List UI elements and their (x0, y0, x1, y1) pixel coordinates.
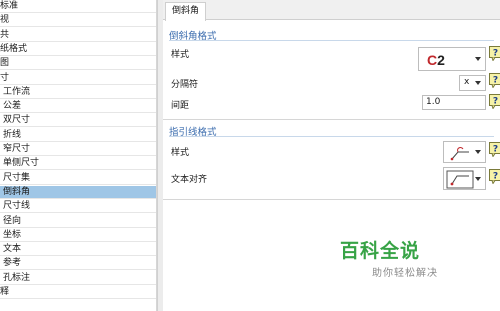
tree-item-label: 倒斜角 (3, 187, 31, 197)
tree-item-label: 单侧尺寸 (3, 158, 40, 168)
separator-value: x (464, 77, 470, 87)
svg-text:?: ? (493, 145, 498, 155)
tree-item[interactable]: 单侧尺寸 (0, 157, 156, 170)
text-align-icon (446, 170, 474, 189)
chamfer-style-dropdown[interactable]: C2 (418, 47, 486, 71)
tab-chamfer[interactable]: 倒斜角 (165, 2, 207, 21)
tree-item-label: 共 (0, 30, 10, 40)
tree-item-label: 纸格式 (0, 44, 28, 54)
tree-item-label: 径向 (3, 216, 22, 226)
help-icon[interactable]: ? (489, 73, 500, 88)
tree-item-label: 孔标注 (3, 273, 31, 283)
spacing-input[interactable]: 1.0 (422, 95, 486, 110)
chevron-down-icon (475, 81, 481, 85)
tree-item-label: 尺寸线 (3, 201, 31, 211)
watermark-subtitle: 助你轻松解决 (372, 268, 438, 279)
settings-panel: 倒斜角 倒斜角格式 样式 C2 分隔符 x 间距 1.0 指引线格式 样式 文本… (163, 0, 500, 311)
tree-item-label: 尺寸集 (3, 173, 31, 183)
spacing-label: 间距 (171, 101, 190, 111)
separator-dropdown[interactable]: x (459, 75, 486, 91)
svg-text:?: ? (493, 49, 498, 59)
tree-item-label: 折线 (3, 130, 22, 140)
tree-item-label: 视 (0, 15, 10, 25)
tree-item[interactable]: 孔标注 (0, 272, 156, 285)
section-divider (163, 119, 500, 120)
tree-item-label: 寸 (0, 73, 10, 83)
tree-item-label: 工作流 (3, 87, 31, 97)
section-rule (169, 40, 494, 41)
tree-item[interactable]: 视 (0, 14, 156, 27)
tree-item[interactable]: 尺寸线 (0, 200, 156, 213)
section-rule (169, 136, 494, 137)
leader-style-label: 样式 (171, 148, 190, 158)
tree-item[interactable]: 标准 (0, 0, 156, 13)
tree-item-label: 标准 (0, 1, 19, 11)
tree-item[interactable]: 径向 (0, 215, 156, 228)
tree-item[interactable]: 尺寸集 (0, 172, 156, 185)
tree-item-label: 参考 (3, 258, 22, 268)
tree-item-label: 图 (0, 58, 10, 68)
chevron-down-icon (475, 150, 481, 154)
tree-item[interactable]: 双尺寸 (0, 114, 156, 127)
tree-item[interactable]: 释 (0, 286, 156, 299)
svg-text:?: ? (493, 172, 498, 182)
tree-item[interactable]: 文本 (0, 243, 156, 256)
tree-item-label: 文本 (3, 244, 22, 254)
tree-item[interactable]: 图 (0, 57, 156, 70)
svg-text:?: ? (493, 76, 498, 86)
leader-style-dropdown[interactable] (443, 141, 486, 163)
tree-item-label: 双尺寸 (3, 115, 31, 125)
tree-item[interactable]: 共 (0, 29, 156, 42)
chamfer-style-label: 样式 (171, 50, 190, 60)
help-icon[interactable]: ? (489, 169, 500, 184)
tree-item[interactable]: 纸格式 (0, 43, 156, 56)
leader-style-icon (450, 147, 469, 161)
chamfer-style-value: C2 (427, 52, 445, 68)
tree-item-label: 坐标 (3, 230, 22, 240)
tree-item[interactable]: 折线 (0, 129, 156, 142)
text-align-label: 文本对齐 (171, 175, 208, 185)
section-divider (163, 199, 500, 200)
tree-item[interactable]: 寸 (0, 72, 156, 85)
separator-label: 分隔符 (171, 80, 199, 90)
tree-item[interactable]: 公差 (0, 100, 156, 113)
tab-bar: 倒斜角 (163, 0, 500, 21)
chevron-down-icon (475, 176, 481, 181)
chevron-down-icon (475, 57, 481, 61)
help-icon[interactable]: ? (489, 142, 500, 157)
tree-item[interactable]: 参考 (0, 257, 156, 270)
tree-item[interactable]: 倒斜角 (0, 186, 156, 199)
tree-item-label: 释 (0, 287, 10, 297)
svg-text:?: ? (493, 97, 498, 107)
tree-item-label: 窄尺寸 (3, 144, 31, 154)
tree-item[interactable]: 坐标 (0, 229, 156, 242)
tree-item-label: 公差 (3, 101, 22, 111)
help-icon[interactable]: ? (489, 94, 500, 109)
text-align-dropdown[interactable] (443, 167, 486, 190)
tree-item[interactable]: 工作流 (0, 86, 156, 99)
tree-item[interactable]: 窄尺寸 (0, 143, 156, 156)
settings-tree: 标准视共纸格式图寸工作流公差双尺寸折线窄尺寸单侧尺寸尺寸集倒斜角尺寸线径向坐标文… (0, 0, 157, 311)
watermark-title: 百科全说 (340, 240, 421, 262)
help-icon[interactable]: ? (489, 46, 500, 61)
